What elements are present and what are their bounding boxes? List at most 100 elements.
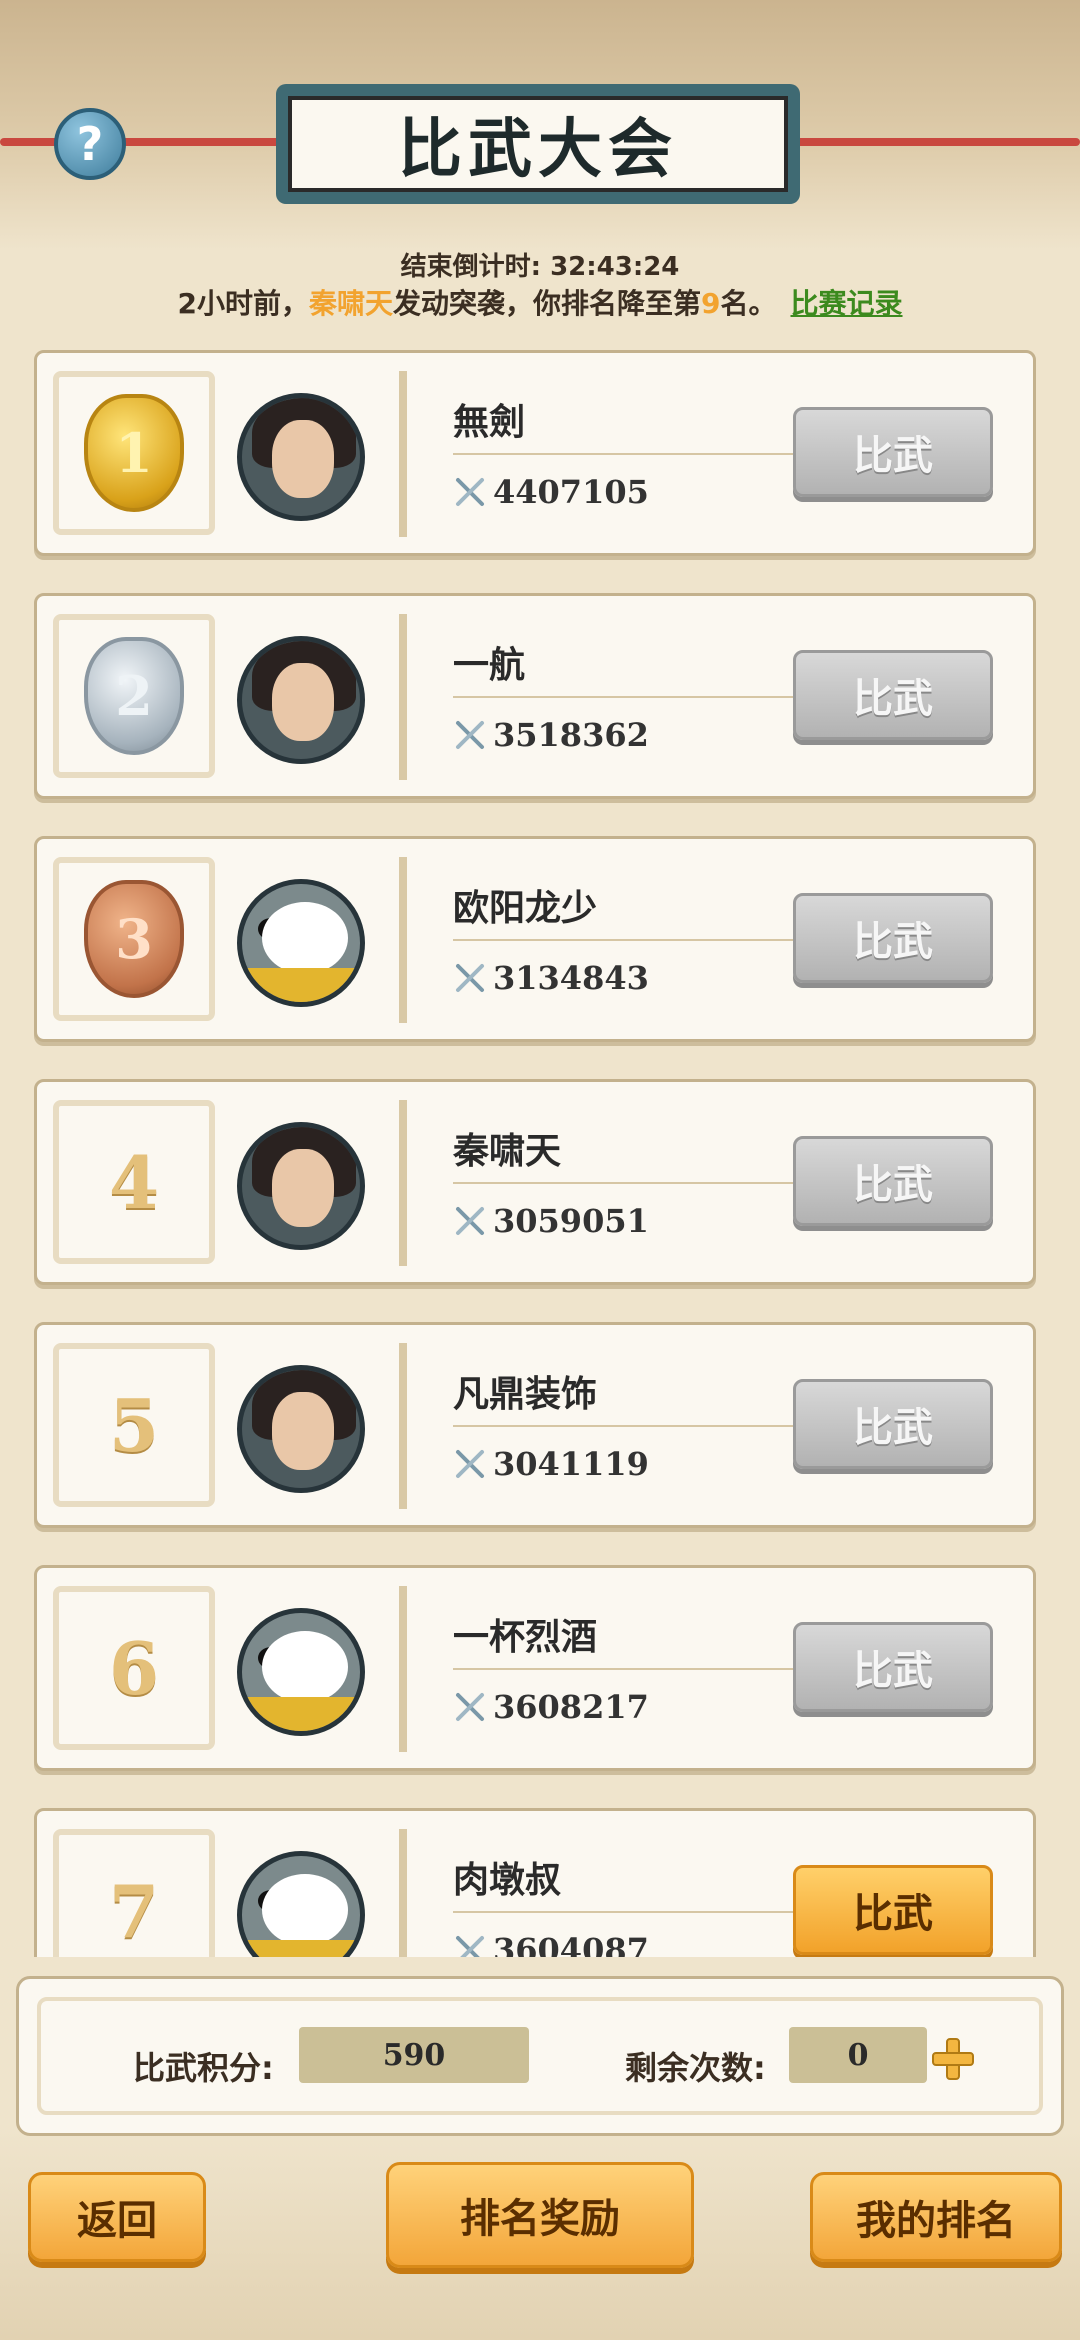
name-underline [453, 1182, 813, 1184]
countdown-time: 32:43:24 [550, 252, 680, 282]
remaining-value: 0 [789, 2027, 927, 2083]
rank-badge: 5 [53, 1343, 215, 1507]
crossed-swords-icon [456, 1936, 484, 1957]
points-value: 590 [299, 2027, 529, 2083]
combat-power: 3134843 [453, 959, 649, 997]
rope-right [790, 138, 1080, 146]
card-divider [399, 614, 407, 780]
challenge-button[interactable]: 比武 [793, 1379, 993, 1469]
challenge-button[interactable]: 比武 [793, 650, 993, 740]
hero-avatar[interactable] [237, 636, 365, 764]
crossed-swords-icon [456, 1450, 484, 1478]
match-record-link[interactable]: 比赛记录 [791, 287, 903, 320]
hero-avatar[interactable] [237, 393, 365, 521]
combat-power-value: 3608217 [493, 1688, 649, 1726]
card-divider [399, 857, 407, 1023]
page-title: 比武大会 [288, 96, 788, 192]
card-divider [399, 1100, 407, 1266]
name-underline [453, 453, 813, 455]
challenge-button[interactable]: 比武 [793, 893, 993, 983]
player-card: 5 凡鼎装饰 3041119 比武 [34, 1322, 1036, 1528]
card-divider [399, 1586, 407, 1752]
notice-attacker: 秦啸天 [308, 287, 393, 320]
panda-avatar[interactable] [237, 1851, 365, 1957]
crossed-swords-icon [456, 1693, 484, 1721]
help-icon: ? [76, 117, 104, 171]
challenge-button[interactable]: 比武 [793, 407, 993, 497]
remaining-label: 剩余次数: [625, 2049, 766, 2087]
rope-left [0, 138, 290, 146]
notice-middle: 发动突袭，你排名降至第 [392, 287, 701, 320]
card-divider [399, 371, 407, 537]
rank-badge: 2 [53, 614, 215, 778]
challenge-button[interactable]: 比武 [793, 1136, 993, 1226]
name-underline [453, 1911, 813, 1913]
combat-power: 3059051 [453, 1202, 649, 1240]
points-label: 比武积分: [133, 2049, 274, 2087]
gold-medal-icon: 1 [84, 394, 184, 512]
combat-power: 4407105 [453, 473, 649, 511]
countdown-label: 结束倒计时: [400, 252, 541, 282]
player-name: 一杯烈酒 [453, 1617, 598, 1658]
player-card: 3 欧阳龙少 3134843 比武 [34, 836, 1036, 1042]
battle-notice: 2小时前，秦啸天发动突袭，你排名降至第9名。 比赛记录 [0, 282, 1080, 322]
challenge-button[interactable]: 比武 [793, 1622, 993, 1712]
my-rank-button[interactable]: 我的排名 [810, 2172, 1062, 2262]
player-card: 2 一航 3518362 比武 [34, 593, 1036, 799]
countdown: 结束倒计时: 32:43:24 [0, 246, 1080, 283]
notice-rank: 9 [701, 287, 721, 320]
name-underline [453, 1668, 813, 1670]
add-attempts-icon[interactable] [931, 2037, 975, 2081]
rank-badge: 7 [53, 1829, 215, 1957]
challenge-button[interactable]: 比武 [793, 1865, 993, 1955]
card-divider [399, 1829, 407, 1957]
crossed-swords-icon [456, 478, 484, 506]
rank-badge: 3 [53, 857, 215, 1021]
rank-rewards-button[interactable]: 排名奖励 [386, 2162, 694, 2268]
silver-medal-icon: 2 [84, 637, 184, 755]
combat-power-value: 3604087 [493, 1931, 649, 1957]
combat-power: 3518362 [453, 716, 649, 754]
combat-power-value: 3134843 [493, 959, 649, 997]
player-card: 6 一杯烈酒 3608217 比武 [34, 1565, 1036, 1771]
rank-badge: 1 [53, 371, 215, 535]
name-underline [453, 1425, 813, 1427]
player-name: 無劍 [453, 402, 526, 443]
panda-avatar[interactable] [237, 879, 365, 1007]
player-name: 凡鼎装饰 [453, 1374, 598, 1415]
combat-power-value: 4407105 [493, 473, 649, 511]
player-card: 7 肉墩叔 3604087 比武 [34, 1808, 1036, 1957]
rank-number: 4 [108, 1139, 160, 1225]
combat-power: 3041119 [453, 1445, 649, 1483]
name-underline [453, 696, 813, 698]
ranking-list[interactable]: 1 無劍 4407105 比武 2 一航 3518362 比武 3 欧阳龙少 3134843 比武 4 秦… [0, 345, 1080, 1957]
combat-power-value: 3041119 [493, 1445, 649, 1483]
score-inner: 比武积分: 590 剩余次数: 0 [37, 1997, 1043, 2115]
combat-power: 3608217 [453, 1688, 649, 1726]
crossed-swords-icon [456, 721, 484, 749]
player-card: 1 無劍 4407105 比武 [34, 350, 1036, 556]
player-name: 一航 [453, 645, 526, 686]
combat-power-value: 3059051 [493, 1202, 649, 1240]
player-name: 秦啸天 [453, 1131, 562, 1172]
rank-badge: 6 [53, 1586, 215, 1750]
combat-power-value: 3518362 [493, 716, 649, 754]
back-button[interactable]: 返回 [28, 2172, 206, 2262]
name-underline [453, 939, 813, 941]
rank-number: 5 [108, 1382, 160, 1468]
help-button[interactable]: ? [54, 108, 126, 180]
crossed-swords-icon [456, 1207, 484, 1235]
combat-power: 3604087 [453, 1931, 649, 1957]
notice-suffix: 名。 [720, 287, 777, 320]
title-plate: 比武大会 [276, 84, 800, 204]
panda-avatar[interactable] [237, 1608, 365, 1736]
rank-number: 6 [108, 1625, 160, 1711]
hero-avatar[interactable] [237, 1365, 365, 1493]
rank-number: 7 [108, 1868, 160, 1954]
score-panel: 比武积分: 590 剩余次数: 0 [16, 1976, 1064, 2136]
notice-prefix: 2小时前， [177, 287, 309, 320]
player-name: 肉墩叔 [453, 1860, 562, 1901]
hero-avatar[interactable] [237, 1122, 365, 1250]
bronze-medal-icon: 3 [84, 880, 184, 998]
rank-badge: 4 [53, 1100, 215, 1264]
